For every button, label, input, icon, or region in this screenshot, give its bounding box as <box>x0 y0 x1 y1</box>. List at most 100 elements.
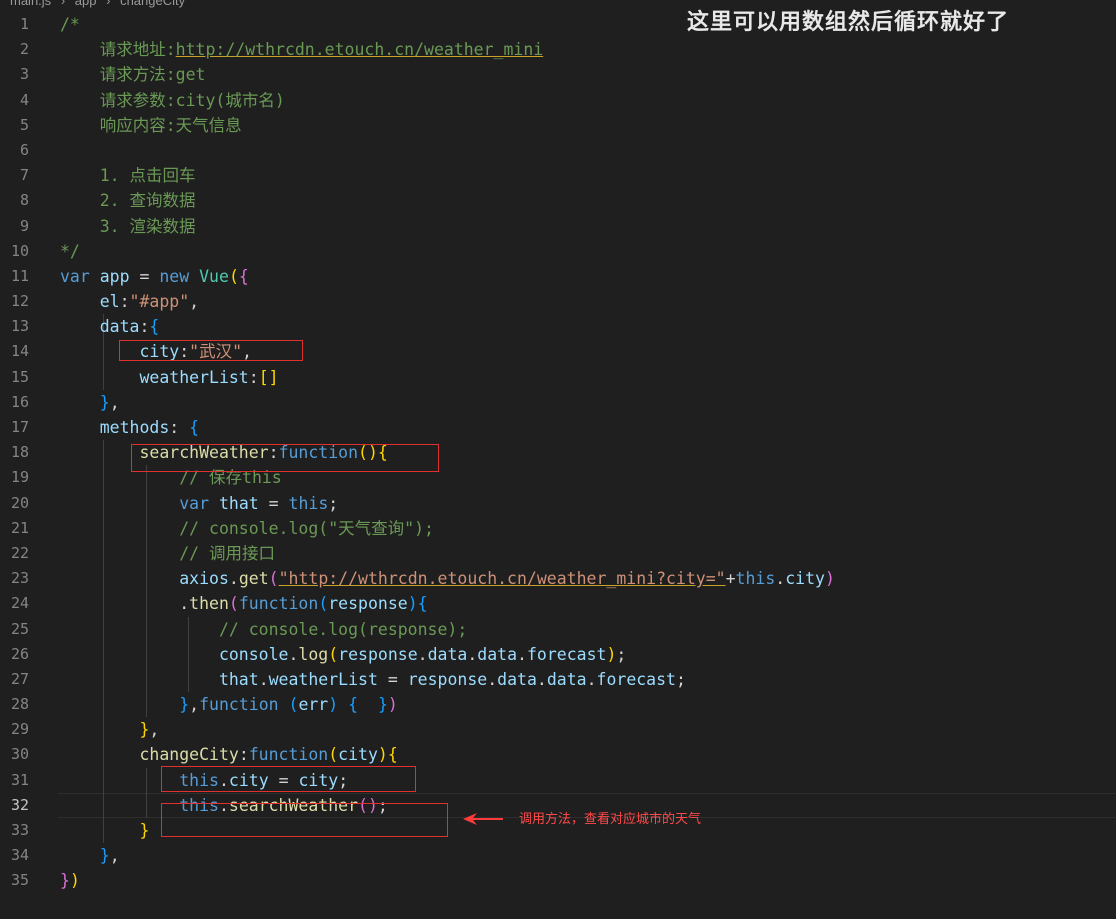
code-token: } <box>60 871 70 891</box>
code-token: // console.log(response); <box>60 619 468 639</box>
breadcrumb-item-app[interactable]: app <box>75 0 97 8</box>
code-token: console <box>60 644 289 664</box>
code-line[interactable]: 27 that.weatherList = response.data.data… <box>0 666 1116 693</box>
code-text[interactable]: .then(function(response){ <box>60 591 427 616</box>
highlight-box-city <box>119 340 303 361</box>
code-text[interactable]: var app = new Vue({ <box>60 264 249 289</box>
code-text[interactable]: data:{ <box>60 314 160 339</box>
code-text[interactable]: axios.get("http://wthrcdn.etouch.cn/weat… <box>60 566 835 591</box>
code-token: ( <box>318 594 329 614</box>
code-line[interactable]: 23 axios.get("http://wthrcdn.etouch.cn/w… <box>0 566 1116 592</box>
code-text[interactable]: methods: { <box>60 415 199 440</box>
code-text[interactable]: }, <box>60 843 120 868</box>
breadcrumb-item-changecity[interactable]: changeCity <box>120 0 185 8</box>
line-number: 8 <box>19 191 29 210</box>
code-token: . <box>487 669 498 689</box>
code-line[interactable]: 8 2. 查询数据 <box>0 188 1116 213</box>
code-text[interactable]: } <box>60 818 149 843</box>
code-line[interactable]: 26 console.log(response.data.data.foreca… <box>0 641 1116 667</box>
code-text[interactable]: var that = this; <box>60 491 338 516</box>
line-number: 27 <box>10 669 29 688</box>
code-line[interactable]: 5 响应内容:天气信息 <box>0 113 1116 138</box>
code-text[interactable]: // console.log("天气查询"); <box>60 516 434 541</box>
code-text[interactable]: /* <box>60 12 80 37</box>
breadcrumb-item-file[interactable]: main.js <box>10 0 51 8</box>
code-token: changeCity <box>60 745 239 765</box>
line-number: 13 <box>10 317 29 336</box>
code-text[interactable]: */ <box>60 239 80 264</box>
line-number: 11 <box>10 266 29 285</box>
code-token: data <box>60 317 140 337</box>
code-text[interactable]: 响应内容:天气信息 <box>60 113 242 138</box>
code-token: 请求参数:city(城市名) <box>60 90 285 110</box>
code-line[interactable]: 4 请求参数:city(城市名) <box>0 88 1116 113</box>
code-line[interactable]: 6 <box>0 138 1116 163</box>
code-text[interactable]: console.log(response.data.data.forecast)… <box>60 642 626 667</box>
code-text[interactable]: // console.log(response); <box>60 617 467 642</box>
code-token: . <box>517 644 527 664</box>
code-line[interactable]: 17 methods: { <box>0 415 1116 440</box>
code-token: then <box>189 594 229 614</box>
code-text[interactable]: 请求参数:city(城市名) <box>60 88 285 113</box>
code-line[interactable]: 15 weatherList:[] <box>0 364 1116 390</box>
code-token: data <box>497 669 537 689</box>
code-line[interactable]: 29 }, <box>0 717 1116 743</box>
code-text[interactable]: 3. 渲染数据 <box>60 214 196 239</box>
code-line[interactable]: 16 }, <box>0 390 1116 415</box>
code-text[interactable]: that.weatherList = response.data.data.fo… <box>60 667 686 692</box>
code-token: } <box>139 821 150 840</box>
line-number: 25 <box>10 619 29 638</box>
code-token: response <box>328 594 408 614</box>
code-line[interactable]: 11 var app = new Vue({ <box>0 264 1116 289</box>
code-token: . <box>586 669 597 689</box>
code-line[interactable]: 28 },function (err) { }) <box>0 692 1116 718</box>
code-text[interactable]: 2. 查询数据 <box>60 188 196 213</box>
code-text[interactable]: // 调用接口 <box>60 541 275 566</box>
code-token: { <box>189 418 200 437</box>
line-number: 30 <box>10 745 29 764</box>
code-line[interactable]: 3 请求方法:get <box>0 62 1116 87</box>
code-token: + <box>725 569 736 589</box>
code-text[interactable]: weatherList:[] <box>60 365 278 390</box>
code-text[interactable]: }, <box>60 717 159 742</box>
code-line[interactable]: 21 // console.log("天气查询"); <box>0 515 1116 541</box>
code-text[interactable]: el:"#app", <box>60 289 199 314</box>
code-line[interactable]: 13 data:{ <box>0 314 1116 340</box>
code-token: response <box>338 644 418 664</box>
code-token: data <box>477 644 518 664</box>
code-line[interactable]: 1 /* <box>0 12 1116 37</box>
breadcrumb-separator: › <box>60 0 66 8</box>
code-line[interactable]: 30 changeCity:function(city){ <box>0 742 1116 768</box>
code-line[interactable]: 7 1. 点击回车 <box>0 163 1116 188</box>
code-line[interactable]: 24 .then(function(response){ <box>0 591 1116 617</box>
code-line[interactable]: 9 3. 渲染数据 <box>0 214 1116 239</box>
code-token: 请求地址: <box>60 40 176 60</box>
code-token: this <box>288 493 329 513</box>
code-text[interactable]: }) <box>60 868 80 893</box>
code-line[interactable]: 25 // console.log(response); <box>0 616 1116 642</box>
code-token: data <box>427 644 468 664</box>
code-line[interactable]: 34 }, <box>0 843 1116 868</box>
code-line[interactable]: 2 请求地址:http://wthrcdn.etouch.cn/weather_… <box>0 37 1116 62</box>
code-text[interactable]: 请求地址:http://wthrcdn.etouch.cn/weather_mi… <box>60 37 544 62</box>
code-text[interactable]: }, <box>60 390 120 415</box>
code-line[interactable]: 35}) <box>0 868 1116 893</box>
code-text[interactable]: 请求方法:get <box>60 62 206 87</box>
code-token: ( <box>268 569 279 589</box>
code-token: . <box>258 669 269 689</box>
code-text[interactable]: },function (err) { }) <box>60 692 398 717</box>
code-token: ; <box>676 669 686 689</box>
highlight-box-this-city <box>161 766 416 792</box>
code-line[interactable]: 12 el:"#app", <box>0 289 1116 314</box>
code-line[interactable]: 20 var that = this; <box>0 490 1116 516</box>
code-token: response <box>407 669 488 689</box>
code-token: { <box>149 317 160 337</box>
code-token: ) <box>824 569 835 589</box>
line-number: 23 <box>10 569 29 588</box>
code-text[interactable]: changeCity:function(city){ <box>60 742 397 767</box>
code-token: get <box>238 569 269 589</box>
code-line[interactable]: 10 */ <box>0 239 1116 264</box>
code-line[interactable]: 22 // 调用接口 <box>0 540 1116 567</box>
code-text[interactable]: 1. 点击回车 <box>60 163 196 188</box>
